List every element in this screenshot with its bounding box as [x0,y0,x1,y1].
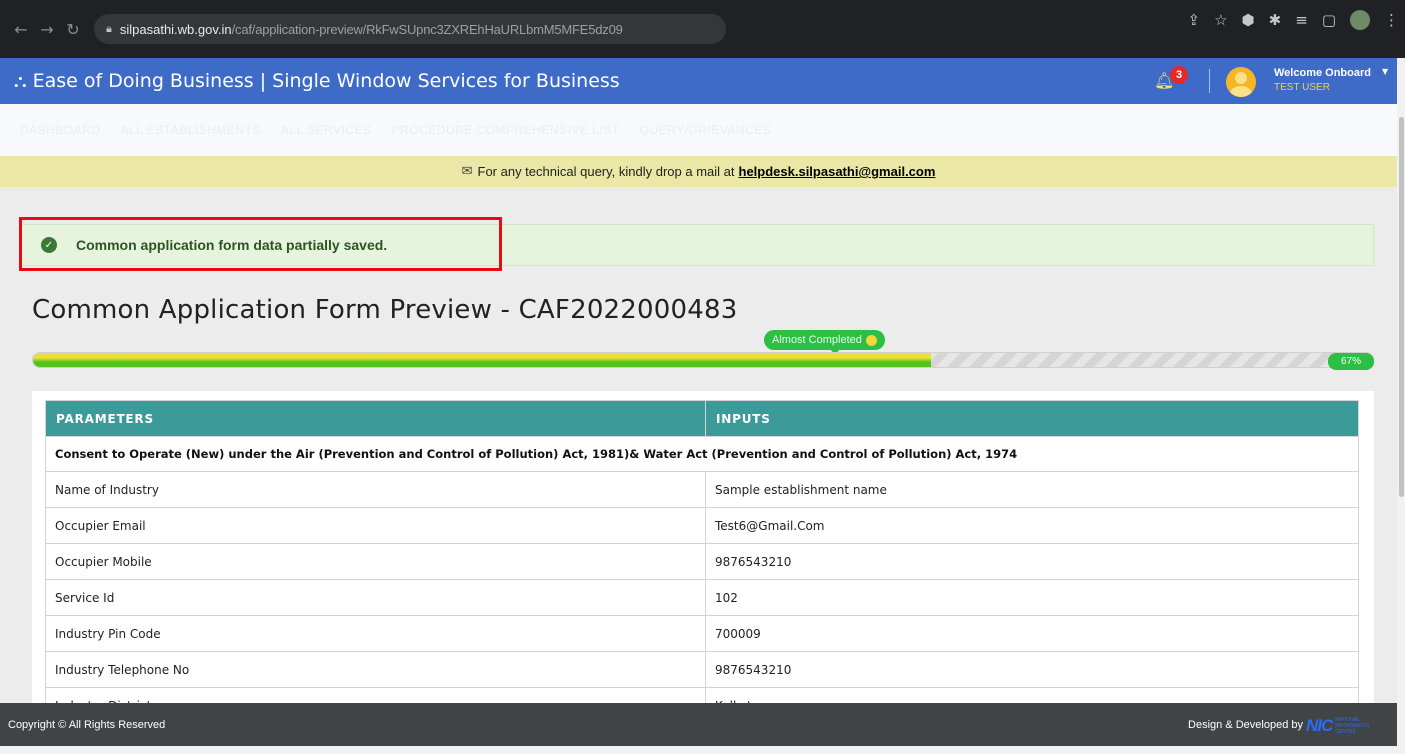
input-cell: 102 [705,579,1359,616]
user-menu-toggle[interactable]: Welcome Onboard [1274,67,1371,79]
table-row: Industry Telephone No 9876543210 [45,651,1359,688]
kebab-menu-icon[interactable]: ⋮ [1384,11,1399,29]
browser-toolbar: ← → ↻ 🔒︎ silpasathi.wb.gov.in /caf/appli… [0,0,1405,58]
input-cell: 9876543210 [705,651,1359,688]
page-title: Common Application Form Preview - CAF202… [32,295,738,325]
param-cell: Occupier Mobile [45,543,706,580]
nic-logo-subtitle: NATIONAL INFORMATICS CENTRE [1335,717,1370,735]
progress-status-badge: Almost Completed [764,330,885,350]
table-row: Name of Industry Sample establishment na… [45,471,1359,508]
nav-item-establishments[interactable]: ALL ESTABLISHMENTS [121,123,261,137]
progress-fill [33,353,931,367]
input-cell: Sample establishment name [705,471,1359,508]
table-row: Occupier Mobile 9876543210 [45,543,1359,580]
profile-avatar[interactable] [1350,10,1370,30]
smiley-icon [865,334,877,346]
header-divider [1209,69,1210,93]
input-cell: Test6@Gmail.Com [705,507,1359,544]
param-cell: Name of Industry [45,471,706,508]
reload-icon[interactable]: ↻ [60,20,86,39]
forward-arrow-icon[interactable]: → [34,20,60,39]
shield-extension-icon[interactable]: ⬢ [1242,11,1255,29]
input-cell: 700009 [705,615,1359,652]
designed-by-text: Design & Developed by [1188,718,1303,731]
address-bar[interactable]: 🔒︎ silpasathi.wb.gov.in /caf/application… [94,14,726,44]
bookmark-star-icon[interactable]: ☆ [1214,11,1227,29]
browser-actions: ⇪ ☆ ⬢ ✱ ≡ ▢ ⋮ [1188,0,1399,40]
param-cell: Industry District [45,687,706,703]
nav-item-grievances[interactable]: QUERY/GRIEVANCES [640,123,772,137]
notification-badge[interactable]: 3 [1170,66,1188,84]
lock-icon: 🔒︎ [106,22,112,35]
main-content: ✓ Common application form data partially… [0,187,1397,703]
extensions-puzzle-icon[interactable]: ✱ [1269,11,1282,29]
input-cell: 9876543210 [705,543,1359,580]
notice-text: For any technical query, kindly drop a m… [477,164,735,179]
site-title[interactable]: Ease of Doing Business | Single Window S… [33,70,620,92]
support-notice: ✉ For any technical query, kindly drop a… [0,156,1397,187]
table-row: Occupier Email Test6@Gmail.Com [45,507,1359,544]
table-row: Service Id 102 [45,579,1359,616]
side-panel-icon[interactable]: ▢ [1322,11,1336,29]
user-name: TEST USER [1274,82,1330,93]
table-header-row: PARAMETERS INPUTS [45,400,1359,437]
progress-percent: 67% [1328,353,1374,370]
share-icon[interactable]: ⇪ [1188,11,1201,29]
preview-table-card: PARAMETERS INPUTS Consent to Operate (Ne… [32,391,1374,703]
brand-logo-icon: ⛬ [14,70,27,92]
reading-list-icon[interactable]: ≡ [1295,11,1308,29]
column-header-parameters: PARAMETERS [45,400,706,437]
param-cell: Industry Pin Code [45,615,706,652]
nav-item-services[interactable]: ALL SERVICES [281,123,372,137]
table-row: Industry Pin Code 700009 [45,615,1359,652]
input-cell: Kolkata [705,687,1359,703]
param-cell: Occupier Email [45,507,706,544]
progress-status-text: Almost Completed [772,334,862,346]
horizontal-scroll-track [0,746,1397,754]
url-path: /caf/application-preview/RkFwSUpnc3ZXREh… [231,21,623,37]
param-cell: Service Id [45,579,706,616]
caret-down-icon[interactable]: ▼ [1382,67,1388,76]
helpdesk-email-link[interactable]: helpdesk.silpasathi@gmail.com [739,164,936,179]
nav-item-dashboard[interactable]: DASHBOARD [20,123,101,137]
column-header-inputs: INPUTS [705,400,1359,437]
user-avatar[interactable] [1226,67,1256,97]
envelope-icon: ✉ [461,164,473,179]
main-nav: DASHBOARD ALL ESTABLISHMENTS ALL SERVICE… [0,104,1397,156]
back-arrow-icon[interactable]: ← [8,20,34,39]
scrollbar-thumb[interactable] [1399,117,1404,497]
preview-table: PARAMETERS INPUTS Consent to Operate (Ne… [45,400,1359,703]
app-header: ⛬ Ease of Doing Business | Single Window… [0,58,1397,104]
page-footer: Copyright © All Rights Reserved Design &… [0,703,1397,746]
url-host: silpasathi.wb.gov.in [119,21,232,37]
copyright-text: Copyright © All Rights Reserved [8,718,166,731]
section-row: Consent to Operate (New) under the Air (… [45,436,1359,472]
param-cell: Industry Telephone No [45,651,706,688]
section-title: Consent to Operate (New) under the Air (… [45,436,1359,472]
progress-bar [32,352,1374,368]
nav-item-procedure-list[interactable]: PROCEDURE COMPREHENSIVE LIST [392,123,620,137]
highlight-box [19,217,502,271]
nic-logo[interactable]: NIC NATIONAL INFORMATICS CENTRE [1306,716,1371,736]
nic-logo-mark: NIC [1306,716,1333,735]
table-row: Industry District Kolkata [45,687,1359,703]
